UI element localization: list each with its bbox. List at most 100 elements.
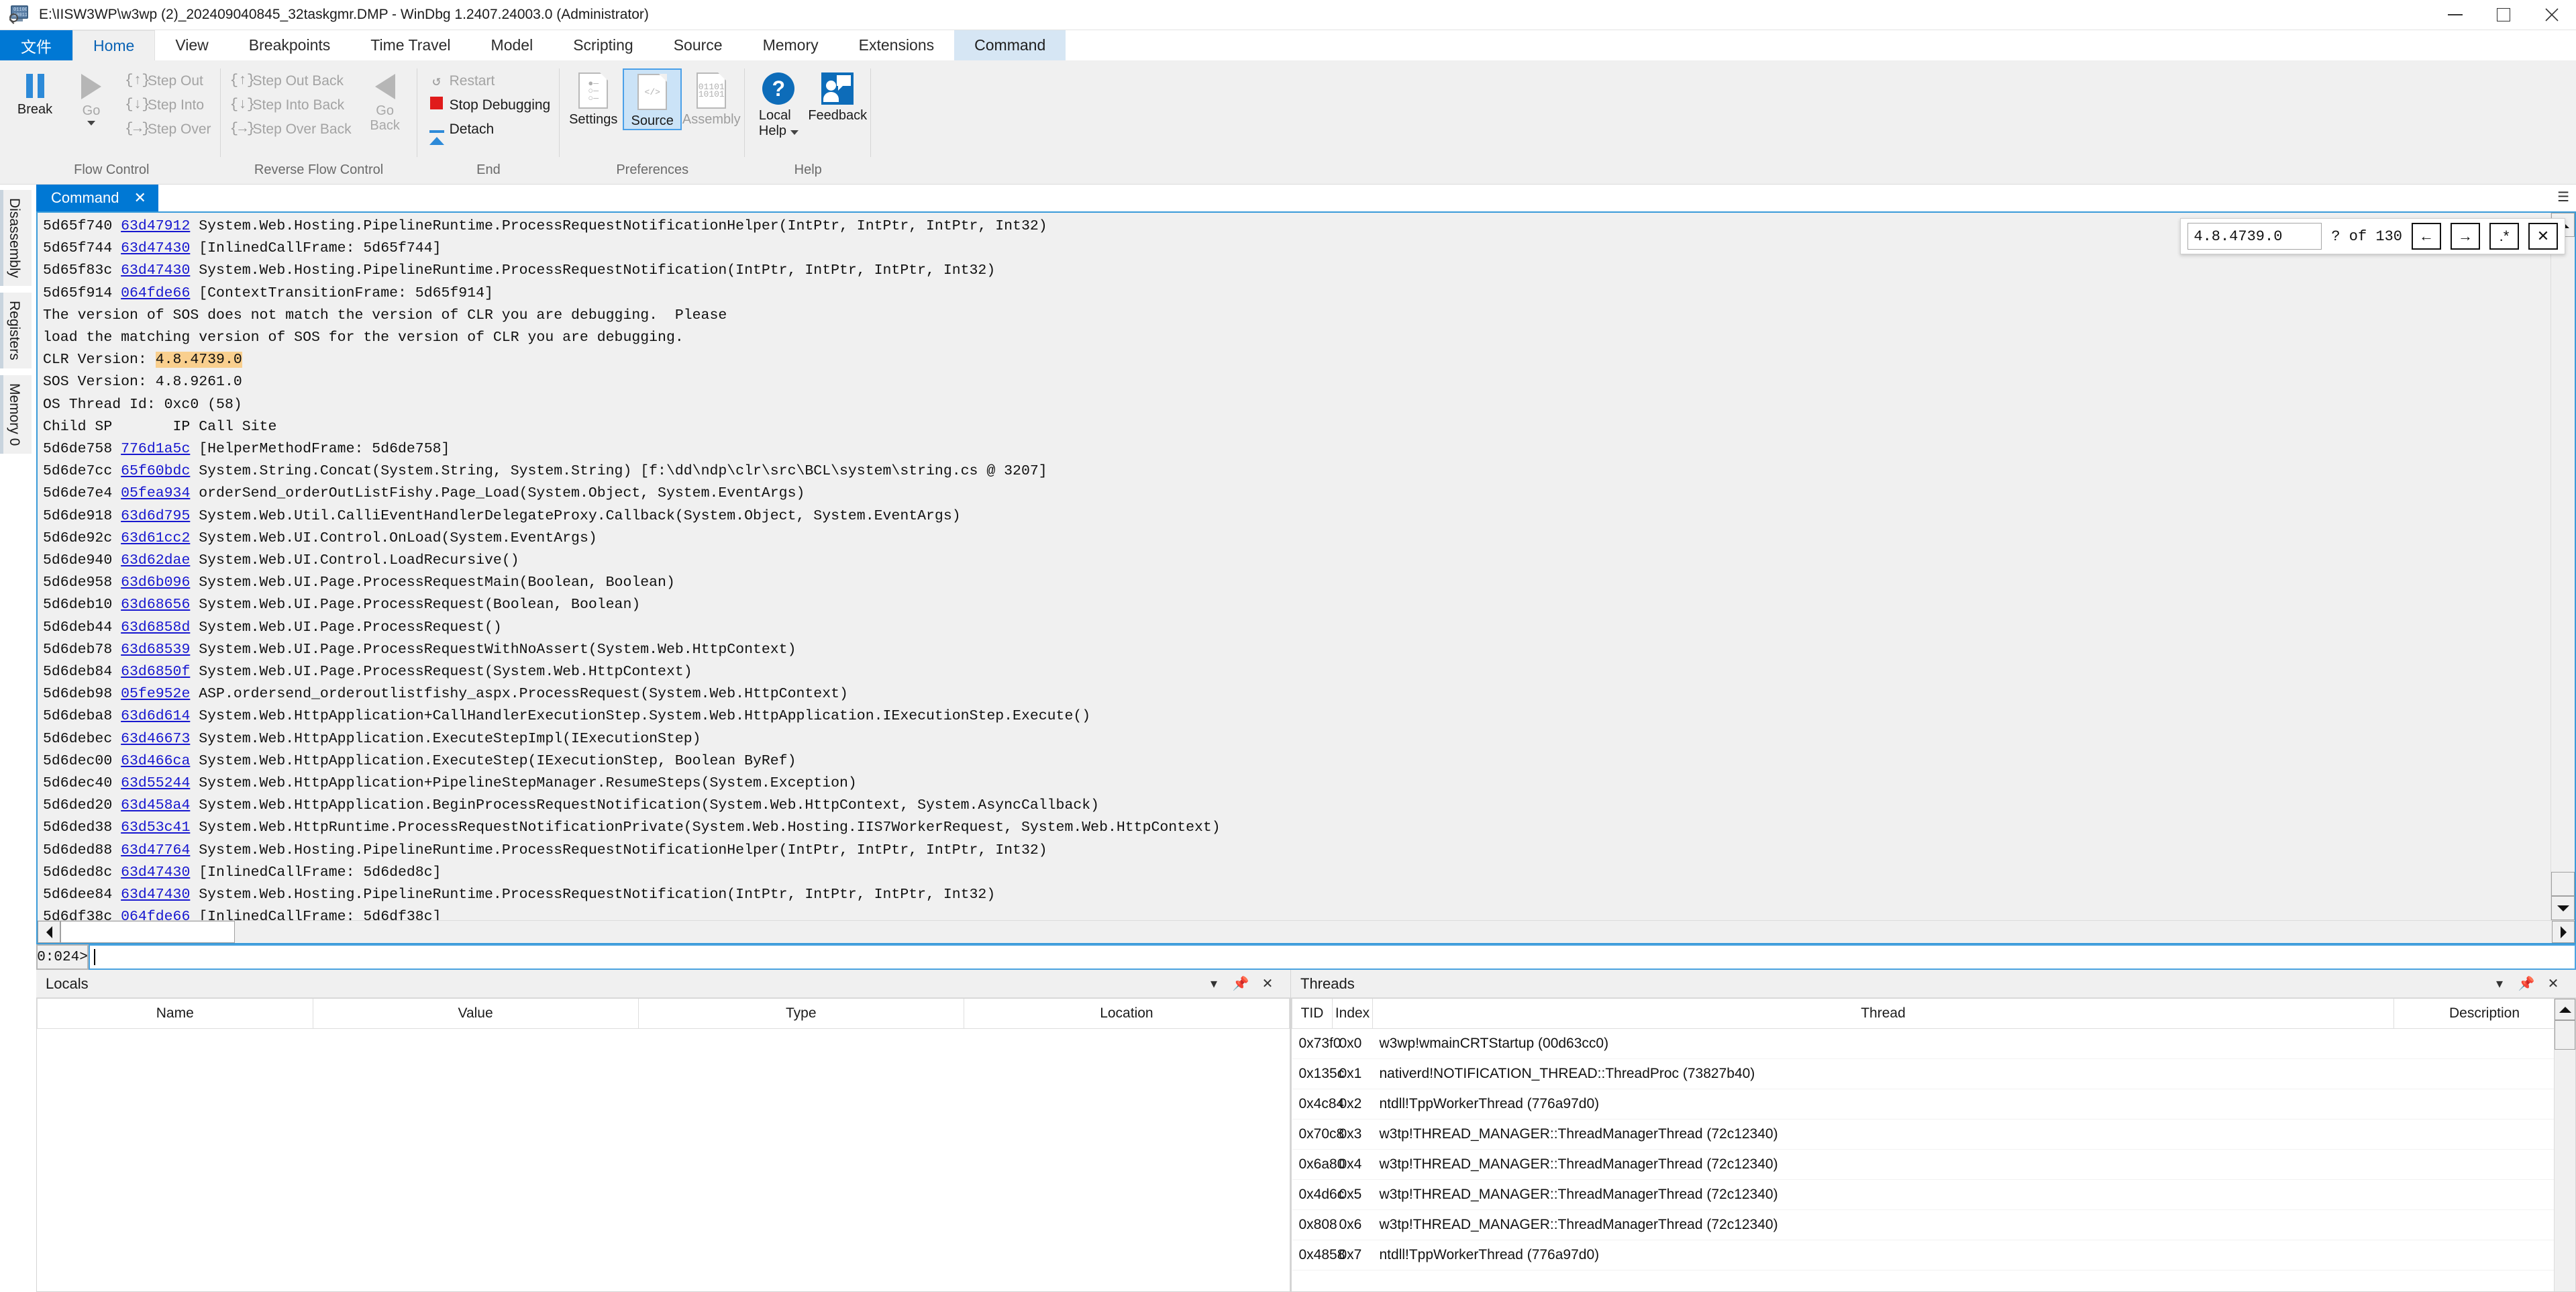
column-header[interactable]: Name xyxy=(37,999,313,1029)
tab-breakpoints[interactable]: Breakpoints xyxy=(229,30,350,60)
collapse-ribbon-icon[interactable]: ☰ xyxy=(2557,189,2569,205)
command-output[interactable]: 5d65f740 63d47912 System.Web.Hosting.Pip… xyxy=(38,213,2575,920)
go-button[interactable]: Go xyxy=(63,68,119,126)
scroll-left-button[interactable] xyxy=(38,921,60,943)
tab-time-travel[interactable]: Time Travel xyxy=(350,30,470,60)
address-link[interactable]: 63d46673 xyxy=(121,731,190,747)
column-header[interactable]: Location xyxy=(963,999,1290,1029)
tab-command[interactable]: Command xyxy=(954,30,1066,60)
sidebar-item-registers[interactable]: Registers xyxy=(0,293,32,368)
tab-file[interactable]: 文件 xyxy=(0,30,72,60)
address-link[interactable]: 63d466ca xyxy=(121,753,190,769)
column-header[interactable]: TID xyxy=(1292,999,1333,1029)
table-row[interactable]: 0x808 0x6 w3tp!THREAD_MANAGER::ThreadManag… xyxy=(1292,1209,2575,1240)
tab-model[interactable]: Model xyxy=(471,30,554,60)
tab-view[interactable]: View xyxy=(155,30,228,60)
address-link[interactable]: 63d68656 xyxy=(121,597,190,613)
pin-icon[interactable]: 📌 xyxy=(1227,975,1254,992)
scroll-down-button[interactable] xyxy=(2551,896,2575,920)
chevron-down-icon[interactable] xyxy=(790,130,798,136)
chevron-down-icon[interactable] xyxy=(87,121,95,126)
scroll-thumb[interactable] xyxy=(2555,1020,2575,1050)
find-previous-button[interactable]: ← xyxy=(2412,223,2441,250)
pin-icon[interactable]: 📌 xyxy=(2513,975,2540,992)
tab-extensions[interactable]: Extensions xyxy=(839,30,955,60)
find-next-button[interactable]: → xyxy=(2451,223,2480,250)
document-tab-command[interactable]: Command ✕ xyxy=(36,185,158,211)
address-link[interactable]: 63d6850f xyxy=(121,664,190,680)
find-input[interactable] xyxy=(2187,223,2322,250)
table-row[interactable]: 0x73f0 0x0 w3wp!wmainCRTStartup (00d63cc0) xyxy=(1292,1028,2575,1059)
address-link[interactable]: 63d55244 xyxy=(121,775,190,791)
stop-debugging-button[interactable]: Stop Debugging xyxy=(421,94,556,116)
close-icon[interactable]: ✕ xyxy=(134,189,146,207)
scroll-thumb[interactable] xyxy=(2551,872,2575,896)
address-link[interactable]: 63d6d795 xyxy=(121,508,190,524)
address-link[interactable]: 63d6d614 xyxy=(121,708,190,724)
feedback-button[interactable]: Feedback xyxy=(808,68,867,123)
column-header[interactable]: Thread xyxy=(1372,999,2394,1029)
address-link[interactable]: 63d47430 xyxy=(121,262,190,279)
column-header[interactable]: Value xyxy=(312,999,639,1029)
local-help-button[interactable]: ? Local Help xyxy=(749,68,808,139)
step-into-button[interactable]: {↓} Step Into xyxy=(119,94,217,116)
maximize-button[interactable] xyxy=(2479,0,2528,30)
table-row[interactable]: 0x4d6c 0x5 w3tp!THREAD_MANAGER::ThreadMana… xyxy=(1292,1179,2575,1210)
tab-home[interactable]: Home xyxy=(72,30,156,60)
address-link[interactable]: 63d61cc2 xyxy=(121,530,190,546)
address-link[interactable]: 776d1a5c xyxy=(121,441,190,457)
close-button[interactable] xyxy=(2528,0,2576,30)
table-row[interactable]: 0x6a80 0x4 w3tp!THREAD_MANAGER::ThreadMana… xyxy=(1292,1149,2575,1180)
address-link[interactable]: 63d47912 xyxy=(121,218,190,234)
table-row[interactable]: 0x4c84 0x2 ntdll!TppWorkerThread (776a97d0… xyxy=(1292,1089,2575,1120)
threads-scrollbar[interactable] xyxy=(2554,999,2575,1291)
address-link[interactable]: 63d47430 xyxy=(121,864,190,881)
step-out-back-button[interactable]: {↑} Step Out Back xyxy=(225,70,357,92)
assembly-button[interactable]: 01101 10101 Assembly xyxy=(682,68,741,128)
address-link[interactable]: 63d6b096 xyxy=(121,575,190,591)
sidebar-item-memory[interactable]: Memory 0 xyxy=(0,375,32,454)
detach-button[interactable]: Detach xyxy=(421,118,556,145)
column-header[interactable]: Type xyxy=(637,999,964,1029)
tab-memory[interactable]: Memory xyxy=(743,30,839,60)
command-horizontal-scrollbar[interactable] xyxy=(38,920,2575,943)
tab-source[interactable]: Source xyxy=(654,30,743,60)
settings-button[interactable]: ●— ○— ○— Settings xyxy=(564,68,623,128)
minimize-button[interactable] xyxy=(2431,0,2479,30)
column-header[interactable]: Index xyxy=(1332,999,1373,1029)
sidebar-item-disassembly[interactable]: Disassembly xyxy=(0,190,32,287)
close-icon[interactable]: ✕ xyxy=(1254,975,1281,992)
column-header[interactable]: Description xyxy=(2393,999,2575,1029)
find-regex-button[interactable]: .* xyxy=(2489,223,2519,250)
chevron-down-icon[interactable]: ▾ xyxy=(1200,975,1227,992)
restart-button[interactable]: ↺ Restart xyxy=(421,70,556,92)
tab-scripting[interactable]: Scripting xyxy=(553,30,653,60)
find-close-button[interactable]: ✕ xyxy=(2528,223,2558,250)
address-link[interactable]: 63d53c41 xyxy=(121,819,190,836)
address-link[interactable]: 064fde66 xyxy=(121,909,190,920)
step-into-back-button[interactable]: {↓} Step Into Back xyxy=(225,94,357,116)
address-link[interactable]: 63d47430 xyxy=(121,887,190,903)
address-link[interactable]: 63d62dae xyxy=(121,552,190,568)
address-link[interactable]: 63d47764 xyxy=(121,842,190,858)
step-out-button[interactable]: {↑} Step Out xyxy=(119,70,217,92)
scroll-right-button[interactable] xyxy=(2552,921,2575,943)
address-link[interactable]: 63d68539 xyxy=(121,642,190,658)
scroll-up-button[interactable] xyxy=(2555,999,2575,1020)
table-row[interactable]: 0x70c8 0x3 w3tp!THREAD_MANAGER::ThreadMana… xyxy=(1292,1119,2575,1150)
step-over-back-button[interactable]: {→} Step Over Back xyxy=(225,118,357,140)
table-row[interactable]: 0x4858 0x7 ntdll!TppWorkerThread (776a97d0… xyxy=(1292,1240,2575,1271)
address-link[interactable]: 064fde66 xyxy=(121,285,190,301)
source-button[interactable]: </> Source xyxy=(623,68,682,130)
go-back-button[interactable]: Go Back xyxy=(357,68,413,133)
command-vertical-scrollbar[interactable] xyxy=(2551,213,2575,920)
address-link[interactable]: 63d47430 xyxy=(121,240,190,256)
address-link[interactable]: 63d6858d xyxy=(121,619,190,636)
close-icon[interactable]: ✕ xyxy=(2540,975,2567,992)
step-over-button[interactable]: {→} Step Over xyxy=(119,118,217,140)
table-row[interactable]: 0x135c 0x1 nativerd!NOTIFICATION_THREAD::T… xyxy=(1292,1058,2575,1089)
command-input[interactable] xyxy=(89,944,2576,970)
address-link[interactable]: 63d458a4 xyxy=(121,797,190,813)
chevron-down-icon[interactable]: ▾ xyxy=(2486,975,2513,992)
hscroll-thumb[interactable] xyxy=(60,921,235,943)
